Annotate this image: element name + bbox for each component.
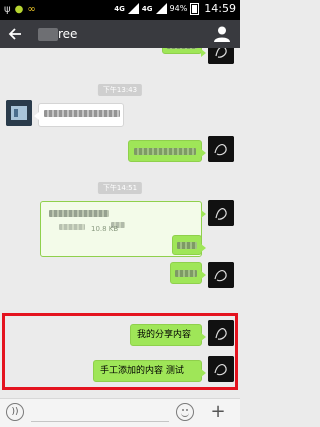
message-bubble-incoming[interactable] [34, 103, 124, 127]
message-text: 手工添加的内容 测试 [100, 366, 184, 376]
clock: 14:59 [204, 2, 236, 15]
message-bubble-outgoing[interactable] [128, 140, 206, 162]
title-bar: ree [0, 20, 240, 48]
wechat-icon: ● [14, 4, 24, 15]
message-bubble-outgoing[interactable] [172, 235, 206, 255]
avatar[interactable] [208, 48, 234, 64]
avatar[interactable] [208, 200, 234, 226]
timestamp: 下午13:43 [97, 84, 143, 96]
message-shared-content[interactable]: 我的分享内容 [130, 324, 206, 346]
signal-icon [127, 3, 139, 14]
signal-icon-2 [155, 3, 167, 14]
message-bubble-outgoing[interactable] [162, 48, 206, 57]
infinity-icon: ∞ [27, 4, 36, 15]
avatar[interactable] [208, 136, 234, 162]
message-bubble-outgoing[interactable] [170, 262, 206, 284]
timestamp: 下午14:51 [97, 182, 143, 194]
avatar[interactable] [208, 262, 234, 288]
network-type-2: 4G [141, 4, 153, 13]
input-bar: )) + [0, 398, 240, 427]
battery-icon [190, 2, 200, 15]
back-arrow-icon[interactable] [8, 24, 26, 44]
voice-icon[interactable]: )) [6, 403, 24, 421]
network-type-1: 4G [114, 4, 125, 13]
chat-area[interactable]: 下午13:43 下午14:51 10.8 KB 我的分享内容 手工添加的内容 测… [0, 48, 240, 398]
status-bar: ψ ● ∞ 4G 4G 94% 14:59 [0, 0, 240, 20]
person-icon[interactable] [213, 25, 231, 43]
avatar[interactable] [208, 356, 234, 382]
avatar[interactable] [208, 320, 234, 346]
plus-icon[interactable]: + [208, 403, 228, 423]
message-text: 我的分享内容 [137, 330, 192, 340]
emoji-icon[interactable] [176, 403, 194, 421]
title-redacted [38, 28, 58, 41]
chat-title: ree [58, 27, 78, 41]
message-input[interactable] [31, 404, 169, 422]
usb-icon: ψ [4, 4, 11, 15]
battery-percent: 94% [169, 4, 188, 13]
message-added-content[interactable]: 手工添加的内容 测试 [93, 360, 206, 382]
avatar[interactable] [6, 100, 32, 126]
